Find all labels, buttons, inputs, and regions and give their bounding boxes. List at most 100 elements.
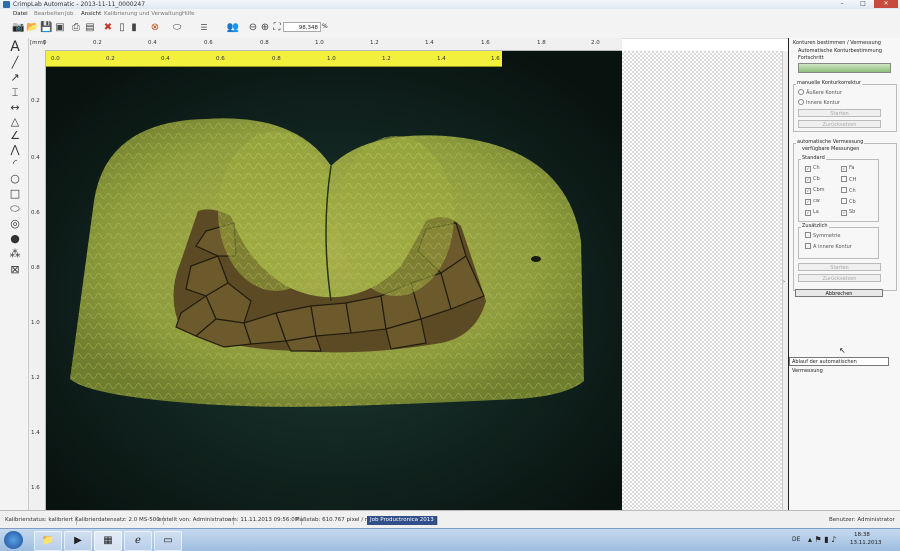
std-right-checkbox[interactable]: Ch bbox=[841, 187, 856, 195]
std-left-checkbox[interactable]: ✓ Cb bbox=[805, 176, 820, 183]
radius-tool-icon[interactable]: ◜ bbox=[8, 157, 22, 171]
status-job: Job Productronica 2013 bbox=[367, 516, 438, 525]
measure-tool-icon[interactable]: ⊠ bbox=[8, 263, 22, 277]
yellow-tick: 0.0 bbox=[51, 56, 60, 62]
menu-kalibrierung[interactable]: Kalibrierung und Verwaltung bbox=[104, 9, 182, 19]
symmetry-checkbox[interactable]: Symmetrie bbox=[805, 232, 840, 240]
status-bar: Kalibrierstatus: kalibriert Kalibrierdat… bbox=[0, 510, 900, 529]
zoom-in-icon[interactable]: ⊕ bbox=[259, 22, 271, 34]
tray-icons[interactable]: ▴ ⚑ ▮ ♪ bbox=[808, 535, 836, 544]
standard-label: Standard bbox=[801, 155, 826, 161]
std-right-label: Ch bbox=[849, 188, 856, 194]
crimp-crossed-icon[interactable]: ⊗ bbox=[142, 22, 168, 34]
menu-bearbeiten[interactable]: Bearbeiten bbox=[34, 9, 64, 19]
menu-datei[interactable]: Datei bbox=[13, 9, 28, 19]
zoom-input[interactable]: 98,348 bbox=[283, 22, 321, 32]
triangle-tool-icon[interactable]: △ bbox=[8, 115, 22, 129]
inner-contour-radio[interactable]: Innere Kontur bbox=[798, 99, 840, 107]
inner-contour-label: Innere Kontur bbox=[806, 100, 840, 106]
ruler-tick: 1.6 bbox=[31, 485, 40, 491]
report-icon[interactable]: ▮ bbox=[128, 22, 140, 34]
double-circle-icon[interactable]: ◎ bbox=[8, 217, 22, 231]
measurement-panel: Konturen bestimmen / Vermessung Automati… bbox=[788, 38, 900, 510]
fill-circle-icon[interactable]: ● bbox=[8, 232, 22, 246]
angle-tool-icon[interactable]: ∠ bbox=[8, 129, 22, 143]
arrow-tool-icon[interactable]: ↗ bbox=[8, 71, 22, 85]
std-right-checkbox[interactable]: CH bbox=[841, 176, 856, 184]
checkbox-box: ✓ bbox=[841, 166, 847, 172]
multi-circle-icon[interactable]: ⁂ bbox=[8, 247, 22, 261]
auto-reset-button[interactable]: Zurücksetzen bbox=[798, 274, 881, 282]
print-preview-icon[interactable]: ▤ bbox=[84, 22, 96, 34]
symmetry-label: Symmetrie bbox=[813, 233, 841, 239]
vertical-dimension-icon[interactable]: ⌶ bbox=[8, 86, 22, 100]
ruler-tick: 0 bbox=[43, 40, 47, 46]
document-icon[interactable]: ▯ bbox=[116, 22, 128, 34]
auto-start-button[interactable]: Starten bbox=[798, 263, 881, 271]
ellipse-tool-icon[interactable]: ⬭ bbox=[8, 202, 22, 216]
camera-icon[interactable]: 📷 bbox=[12, 22, 24, 34]
ruler-tick: 1.8 bbox=[537, 40, 546, 46]
checkbox-box: ✓ bbox=[805, 188, 811, 194]
taskbar: 📁 ▶ ▦ ℯ ▭ DE ▴ ⚑ ▮ ♪ 18:38 13.11.2013 bbox=[0, 528, 900, 551]
std-left-label: Ch bbox=[813, 165, 820, 171]
crimp-shape-icon[interactable]: ⬭ bbox=[170, 22, 184, 34]
inner-area-checkbox[interactable]: A innere Kontur bbox=[805, 243, 852, 251]
std-left-checkbox[interactable]: ✓ Cbm bbox=[805, 187, 825, 194]
manual-start-button[interactable]: Starten bbox=[798, 109, 881, 117]
close-button[interactable]: ✕ bbox=[874, 0, 898, 8]
ruler-tick: 2.0 bbox=[591, 40, 600, 46]
std-left-checkbox[interactable]: ✓ La bbox=[805, 209, 819, 216]
available-label: verfügbare Messungen bbox=[802, 146, 860, 152]
circle-tool-icon[interactable]: ○ bbox=[8, 172, 22, 186]
menu-hilfe[interactable]: Hilfe bbox=[182, 9, 195, 19]
print-icon[interactable]: ⎙ bbox=[70, 22, 82, 34]
measurement-ruler[interactable]: 0.0 0.2 0.4 0.6 0.8 1.0 1.2 1.4 1.6 bbox=[46, 51, 502, 67]
maximize-button[interactable]: □ bbox=[853, 0, 873, 8]
std-right-checkbox[interactable]: Cb bbox=[841, 198, 856, 206]
menu-ansicht[interactable]: Ansicht bbox=[81, 9, 101, 19]
explorer-taskbar-icon[interactable]: 📁 bbox=[34, 531, 62, 551]
ruler-tick: 0.6 bbox=[204, 40, 213, 46]
std-left-checkbox[interactable]: ✓ Ch bbox=[805, 165, 820, 172]
horizontal-dimension-icon[interactable]: ↔ bbox=[8, 101, 22, 115]
zoom-out-icon[interactable]: ⊖ bbox=[247, 22, 259, 34]
std-left-checkbox[interactable]: ✓ cw bbox=[805, 198, 820, 205]
clock-time[interactable]: 18:38 bbox=[854, 532, 870, 538]
menu-job[interactable]: Job bbox=[65, 9, 73, 19]
line-tool-icon[interactable]: ╱ bbox=[8, 56, 22, 70]
delete-measurement-icon[interactable]: ✖ bbox=[102, 22, 114, 34]
clock-date[interactable]: 13.11.2013 bbox=[850, 540, 882, 546]
users-icon[interactable]: 👥 bbox=[224, 22, 242, 34]
left-ruler: 0.2 0.4 0.6 0.8 1.0 1.2 1.4 1.6 bbox=[29, 50, 46, 510]
manual-reset-button[interactable]: Zurücksetzen bbox=[798, 120, 881, 128]
ruler-tick: 1.2 bbox=[370, 40, 379, 46]
ruler-tick: 0.2 bbox=[31, 98, 40, 104]
line-thickness-icon[interactable]: ☰ bbox=[190, 22, 218, 34]
start-button[interactable] bbox=[4, 531, 23, 549]
micrograph-canvas[interactable] bbox=[46, 51, 622, 510]
text-tool-icon[interactable]: A bbox=[8, 40, 22, 54]
open-folder-icon[interactable]: 📂 bbox=[26, 22, 38, 34]
std-right-label: Fa bbox=[849, 165, 855, 171]
zoom-fit-icon[interactable]: ⛶ bbox=[271, 22, 283, 34]
menu-bar: Datei Bearbeiten Job Ansicht Kalibrierun… bbox=[0, 9, 900, 19]
language-indicator[interactable]: DE bbox=[792, 536, 800, 543]
progress-bar bbox=[798, 63, 891, 73]
browser-taskbar-icon[interactable]: ℯ bbox=[124, 531, 152, 551]
checkbox-box bbox=[841, 176, 847, 182]
media-player-taskbar-icon[interactable]: ▶ bbox=[64, 531, 92, 551]
save-icon[interactable]: 💾 bbox=[40, 22, 52, 34]
save-as-icon[interactable]: ▣ bbox=[54, 22, 66, 34]
crimplab-taskbar-icon[interactable]: ▦ bbox=[94, 531, 122, 551]
cancel-button[interactable]: Abbrechen bbox=[795, 289, 883, 297]
outer-contour-radio[interactable]: Äußere Kontur bbox=[798, 89, 842, 97]
ruler-tick: 1.0 bbox=[315, 40, 324, 46]
std-right-checkbox[interactable]: ✓ Sb bbox=[841, 209, 855, 216]
std-right-checkbox[interactable]: ✓ Fa bbox=[841, 165, 854, 172]
rectangle-tool-icon[interactable]: □ bbox=[8, 187, 22, 201]
zoom-unit: % bbox=[322, 23, 328, 30]
window-taskbar-icon[interactable]: ▭ bbox=[154, 531, 182, 551]
polyline-tool-icon[interactable]: ⋀ bbox=[8, 143, 22, 157]
minimize-button[interactable]: – bbox=[832, 0, 852, 8]
